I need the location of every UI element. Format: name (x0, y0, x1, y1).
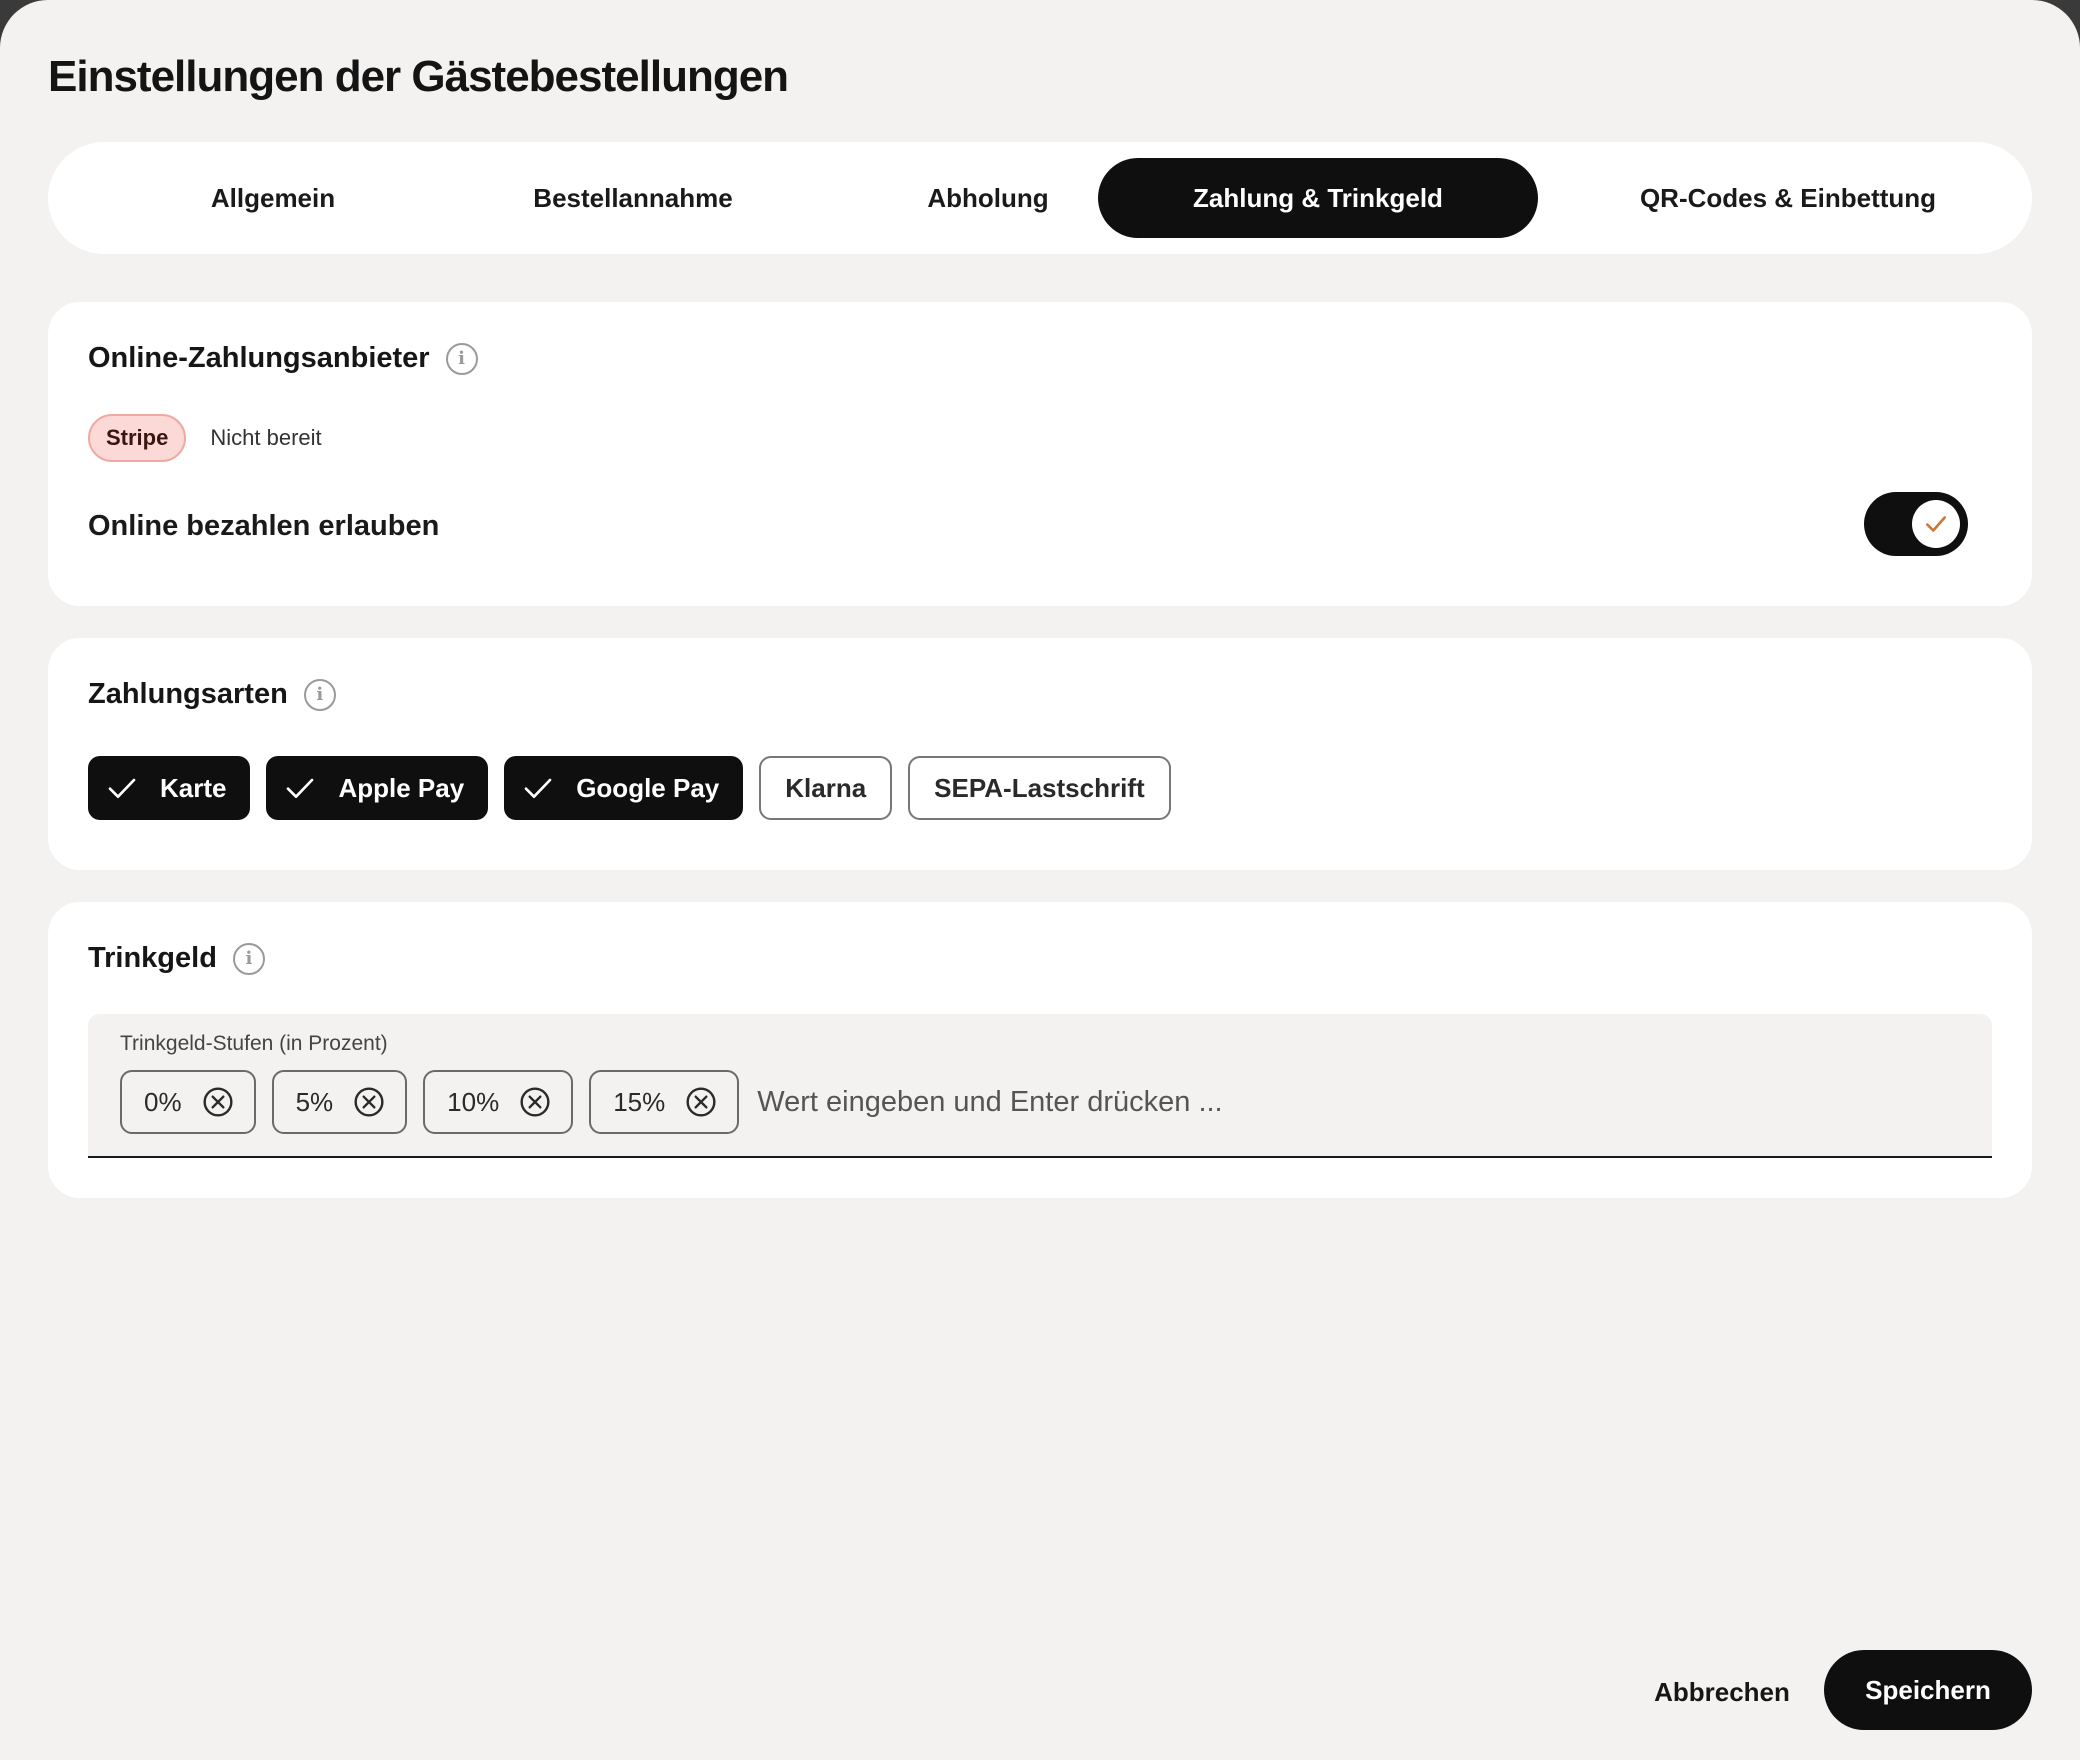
method-chip-apple-pay[interactable]: Apple Pay (266, 756, 489, 820)
check-icon (524, 778, 552, 798)
tab-qr-codes-einbettung[interactable]: QR-Codes & Einbettung (1578, 158, 1998, 238)
tab-zahlung-trinkgeld[interactable]: Zahlung & Trinkgeld (1098, 158, 1538, 238)
tip-levels-label: Trinkgeld-Stufen (in Prozent) (120, 1032, 388, 1055)
payment-methods-title: Zahlungsarten (88, 678, 288, 710)
remove-circle-icon[interactable] (519, 1086, 551, 1118)
tip-value-input[interactable] (757, 1085, 1458, 1119)
remove-circle-icon[interactable] (202, 1086, 234, 1118)
tab-bestellannahme[interactable]: Bestellannahme (448, 158, 818, 238)
save-button[interactable]: Speichern (1824, 1650, 2032, 1730)
provider-card: Online-Zahlungsanbieter i Stripe Nicht b… (48, 302, 2032, 606)
dialog-title: Einstellungen der Gästebestellungen (48, 52, 789, 101)
tips-card: Trinkgeld i Trinkgeld-Stufen (in Prozent… (48, 902, 2032, 1198)
tip-levels-field[interactable]: Trinkgeld-Stufen (in Prozent) 0% 5% 10% … (88, 1014, 1992, 1158)
check-icon (1926, 516, 1946, 532)
method-chip-karte[interactable]: Karte (88, 756, 251, 820)
provider-status: Nicht bereit (210, 425, 322, 450)
toggle-knob (1912, 500, 1960, 548)
method-label: Klarna (785, 772, 867, 803)
check-icon (287, 778, 314, 798)
method-chip-klarna[interactable]: Klarna (759, 756, 893, 820)
tip-value: 5% (295, 1086, 334, 1117)
remove-circle-icon[interactable] (353, 1086, 385, 1118)
info-icon[interactable]: i (303, 678, 336, 711)
payment-methods-card: Zahlungsarten i Karte Apple Pay Google P… (48, 638, 2032, 870)
cancel-button[interactable]: Abbrechen (1640, 1652, 1804, 1732)
online-payment-toggle[interactable] (1864, 492, 1968, 556)
remove-circle-icon[interactable] (685, 1086, 717, 1118)
tips-heading: Trinkgeld i (88, 942, 265, 975)
tip-chip-15: 15% (589, 1070, 740, 1134)
provider-status-row: Stripe Nicht bereit (88, 414, 322, 462)
tip-value: 15% (613, 1086, 666, 1117)
method-label: SEPA-Lastschrift (934, 772, 1145, 803)
check-icon (108, 778, 136, 798)
method-chip-google-pay[interactable]: Google Pay (504, 756, 744, 820)
method-label: Apple Pay (338, 772, 465, 803)
provider-heading: Online-Zahlungsanbieter i (88, 342, 478, 375)
tip-chip-0: 0% (120, 1070, 256, 1134)
method-label: Karte (160, 772, 227, 803)
tab-allgemein[interactable]: Allgemein (88, 158, 458, 238)
payment-method-chips: Karte Apple Pay Google Pay Klarna SEPA-L… (88, 756, 1171, 820)
provider-badge: Stripe (88, 414, 187, 462)
online-payment-label: Online bezahlen erlauben (88, 510, 440, 542)
info-icon[interactable]: i (232, 942, 265, 975)
tip-value: 10% (447, 1086, 500, 1117)
tips-title: Trinkgeld (88, 942, 217, 974)
provider-title: Online-Zahlungsanbieter (88, 342, 430, 374)
info-icon[interactable]: i (445, 342, 478, 375)
method-label: Google Pay (576, 772, 720, 803)
settings-dialog: Einstellungen der Gästebestellungen Allg… (0, 0, 2080, 1760)
tip-chip-10: 10% (423, 1070, 574, 1134)
payment-methods-heading: Zahlungsarten i (88, 678, 336, 711)
tip-chip-5: 5% (271, 1070, 408, 1134)
tip-value: 0% (144, 1086, 182, 1117)
method-chip-sepa-lastschrift[interactable]: SEPA-Lastschrift (908, 756, 1171, 820)
tab-bar: Allgemein Bestellannahme Abholung Zahlun… (48, 142, 2032, 254)
tip-levels-row: 0% 5% 10% 15% (120, 1070, 1458, 1134)
